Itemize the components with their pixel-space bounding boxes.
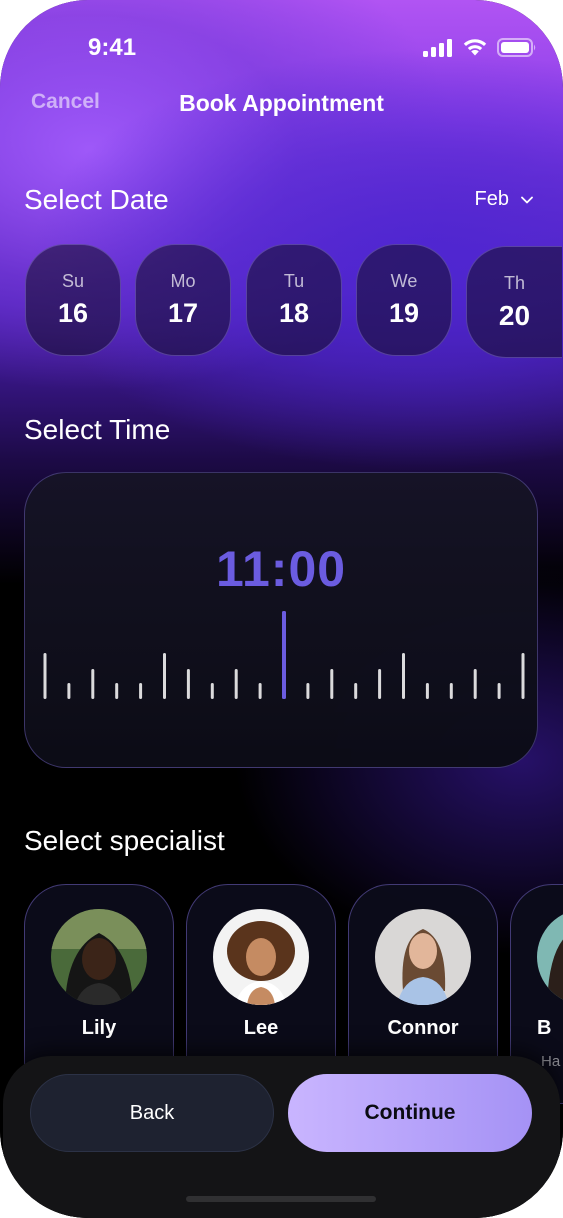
selected-time: 11:00 xyxy=(215,541,347,597)
time-ruler-tick xyxy=(497,683,501,699)
phone-screen: 9:41 Book Appointment Cancel Select Date… xyxy=(0,0,563,1218)
battery-icon xyxy=(497,38,536,57)
day-name: Th xyxy=(503,272,525,293)
time-ruler-tick xyxy=(163,653,166,699)
date-option-19[interactable]: We 19 xyxy=(356,244,452,356)
specialist-name: B xyxy=(537,1017,552,1039)
time-ruler-tick xyxy=(425,683,429,699)
continue-button[interactable]: Continue xyxy=(288,1074,532,1152)
specialist-name: Lily xyxy=(81,1017,117,1039)
avatar xyxy=(213,909,309,1005)
time-ruler-tick xyxy=(186,669,190,699)
time-ruler-tick xyxy=(378,669,382,699)
wifi-icon xyxy=(463,39,487,56)
home-indicator xyxy=(186,1196,376,1202)
day-number: 18 xyxy=(278,298,310,328)
specialist-name: Lee xyxy=(243,1017,279,1039)
time-ruler-indicator xyxy=(282,611,286,699)
cellular-signal-icon xyxy=(423,38,452,57)
day-name: Su xyxy=(61,271,85,291)
time-ruler-tick xyxy=(258,683,262,699)
date-option-16[interactable]: Su 16 xyxy=(25,244,121,356)
time-ruler-tick xyxy=(43,653,47,699)
avatar xyxy=(375,909,471,1005)
day-number: 17 xyxy=(167,298,199,328)
date-option-20[interactable]: Th 20 xyxy=(466,246,562,358)
select-specialist-heading: Select specialist xyxy=(24,825,225,856)
time-ruler-tick xyxy=(210,683,214,699)
time-ruler-tick xyxy=(402,653,405,699)
time-ruler-tick xyxy=(234,669,238,699)
time-ruler-tick xyxy=(330,669,334,699)
day-number: 16 xyxy=(57,298,89,328)
time-ruler-tick xyxy=(139,683,143,699)
avatar xyxy=(51,909,147,1005)
day-name: Tu xyxy=(283,271,305,291)
cancel-button[interactable]: Cancel xyxy=(31,90,100,114)
chevron-down-icon xyxy=(521,196,533,203)
specialist-name: Connor xyxy=(387,1017,459,1039)
status-icons xyxy=(423,38,537,57)
time-ruler-tick xyxy=(473,669,477,699)
avatar xyxy=(537,909,563,1005)
time-ruler-tick xyxy=(67,683,71,699)
time-ruler-tick xyxy=(354,683,358,699)
time-ruler-tick xyxy=(521,653,525,699)
day-name: Mo xyxy=(170,271,196,291)
select-time-heading: Select Time xyxy=(24,414,171,445)
month-label: Feb xyxy=(474,188,509,210)
time-ruler-slider[interactable] xyxy=(24,600,538,710)
time-ruler-tick xyxy=(306,683,310,699)
date-option-18[interactable]: Tu 18 xyxy=(246,244,342,356)
time-ruler-tick xyxy=(115,683,119,699)
select-date-heading: Select Date xyxy=(24,184,169,215)
day-name: We xyxy=(390,271,418,291)
time-ruler-tick xyxy=(91,669,95,699)
month-selector[interactable]: Feb xyxy=(475,188,533,211)
date-option-17[interactable]: Mo 17 xyxy=(135,244,231,356)
day-number: 20 xyxy=(498,299,531,331)
time-ruler-tick xyxy=(449,683,453,699)
back-button[interactable]: Back xyxy=(30,1074,274,1152)
status-time: 9:41 xyxy=(88,34,137,61)
day-number: 19 xyxy=(388,298,420,328)
